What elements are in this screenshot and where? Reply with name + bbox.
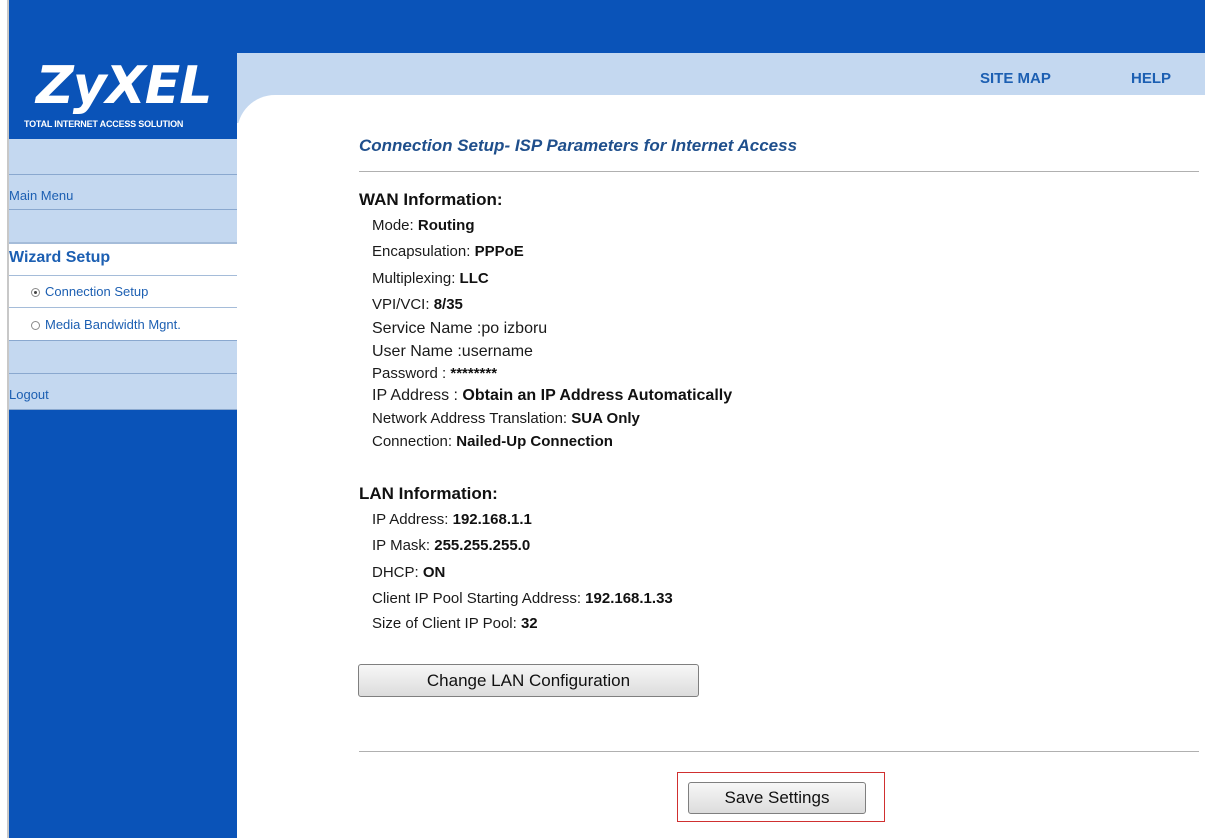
wan-mode: Mode: Routing — [372, 217, 475, 234]
sidebar-item-label: Connection Setup — [45, 284, 149, 299]
page-title: Connection Setup- ISP Parameters for Int… — [359, 136, 798, 155]
sidebar-spacer — [9, 139, 237, 174]
sidebar-item-logout[interactable]: Logout — [9, 373, 237, 410]
sidebar-spacer — [9, 340, 237, 373]
help-link[interactable]: HELP — [1131, 70, 1171, 87]
change-lan-configuration-button[interactable]: Change LAN Configuration — [358, 664, 699, 697]
sidebar-item-connection-setup[interactable]: Connection Setup — [9, 275, 237, 307]
sidebar-item-label: Media Bandwidth Mgnt. — [45, 317, 181, 332]
sidebar-item-label: Main Menu — [9, 188, 74, 203]
wan-connection: Connection: Nailed-Up Connection — [372, 433, 613, 450]
wan-vpi-vci: VPI/VCI: 8/35 — [372, 296, 463, 313]
logo-tagline: Total Internet Access Solution — [24, 119, 184, 129]
lan-pool-size: Size of Client IP Pool: 32 — [372, 615, 538, 632]
sidebar-spacer — [9, 210, 237, 242]
sidebar-item-media-bandwidth[interactable]: Media Bandwidth Mgnt. — [9, 307, 237, 340]
radio-selected-icon — [31, 288, 40, 297]
lan-pool-start: Client IP Pool Starting Address: 192.168… — [372, 590, 673, 607]
sidebar-section-wizard-setup[interactable]: Wizard Setup — [9, 242, 237, 275]
wan-multiplexing: Multiplexing: LLC — [372, 270, 489, 287]
wan-service-name: Service Name :po izboru — [372, 320, 548, 337]
wan-user-name: User Name :username — [372, 343, 533, 360]
footer-divider — [359, 751, 1199, 752]
title-divider — [359, 171, 1199, 172]
lan-section-heading: LAN Information: — [359, 484, 498, 503]
lan-dhcp: DHCP: ON — [372, 564, 446, 581]
sidebar-section-label: Wizard Setup — [9, 249, 111, 266]
router-admin-page: ZyXEL Total Internet Access Solution SIT… — [0, 0, 1205, 838]
sidebar-item-main-menu[interactable]: Main Menu — [9, 174, 237, 210]
wan-ip-address: IP Address : Obtain an IP Address Automa… — [372, 387, 733, 404]
zyxel-logo: ZyXEL — [36, 56, 212, 116]
lan-ip-address: IP Address: 192.168.1.1 — [372, 511, 532, 528]
radio-unselected-icon — [31, 321, 40, 330]
wan-encapsulation: Encapsulation: PPPoE — [372, 243, 524, 260]
top-banner — [9, 0, 1205, 53]
save-settings-button[interactable]: Save Settings — [688, 782, 866, 814]
wan-password: Password : ******** — [372, 365, 498, 382]
wan-section-heading: WAN Information: — [359, 190, 503, 209]
wan-nat: Network Address Translation: SUA Only — [372, 410, 640, 427]
sidebar-item-label: Logout — [9, 387, 49, 402]
site-map-link[interactable]: SITE MAP — [980, 70, 1051, 87]
lan-ip-mask: IP Mask: 255.255.255.0 — [372, 537, 531, 554]
